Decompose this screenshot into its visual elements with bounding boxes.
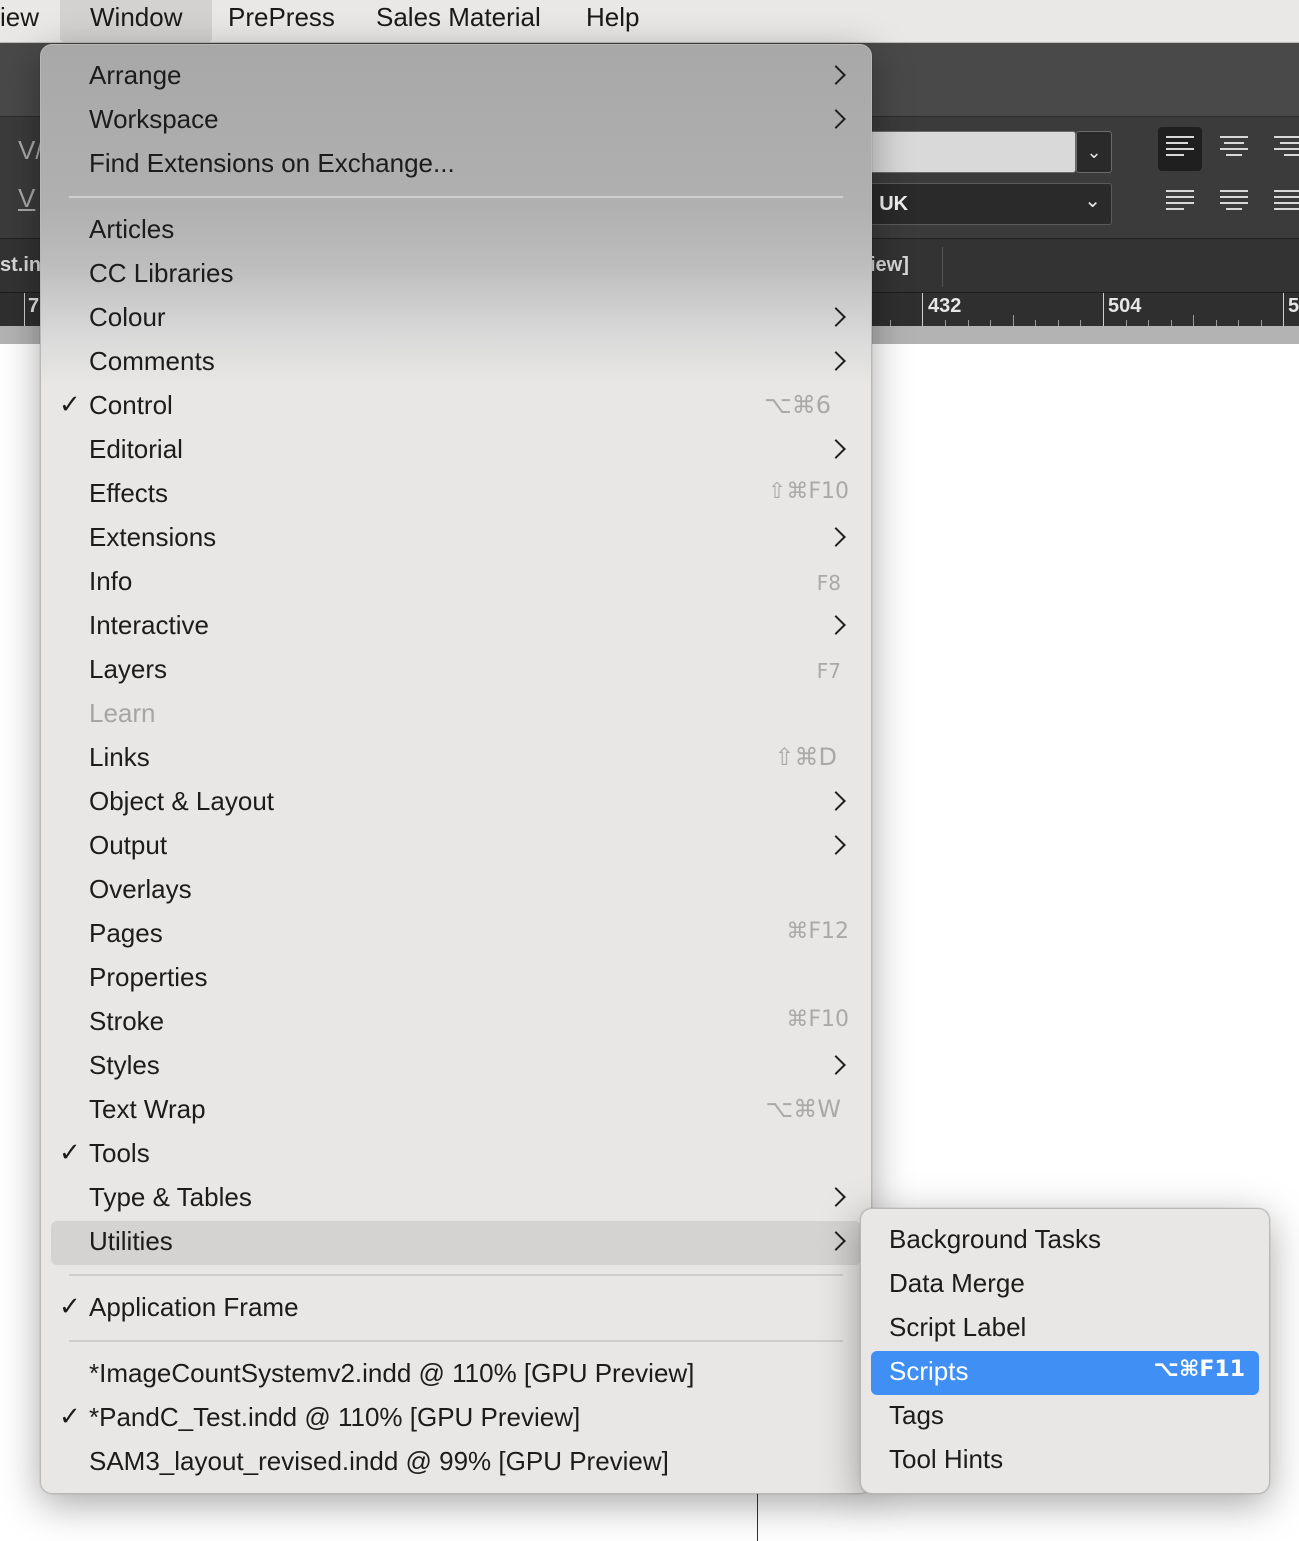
ruler-tick bbox=[1103, 293, 1104, 327]
chevron-right-icon bbox=[826, 1055, 846, 1075]
chevron-right-icon bbox=[826, 1187, 846, 1207]
menu-bar: iew Window PrePress Sales Material Help bbox=[0, 0, 1299, 43]
menu-item-object-layout[interactable]: Object & Layout bbox=[51, 781, 861, 825]
tab-divider bbox=[942, 247, 943, 287]
menu-item-document-pandc-test[interactable]: ✓ *PandC_Test.indd @ 110% [GPU Preview] bbox=[51, 1397, 861, 1441]
menu-item-workspace[interactable]: Workspace bbox=[51, 99, 861, 143]
ruler-tick bbox=[24, 293, 25, 327]
menu-item-application-frame[interactable]: ✓ Application Frame bbox=[51, 1287, 861, 1331]
menu-item-properties[interactable]: Properties bbox=[51, 957, 861, 1001]
shortcut-text: F7 bbox=[816, 659, 841, 683]
ruler-label: 432 bbox=[928, 295, 962, 317]
menu-item-pages[interactable]: Pages ⌘F12 bbox=[51, 913, 861, 957]
menubar-item-prepress[interactable]: PrePress bbox=[228, 0, 335, 42]
menubar-item-window[interactable]: Window bbox=[60, 0, 213, 42]
kerning-icon: V/ bbox=[18, 135, 43, 165]
shortcut-text: F8 bbox=[816, 571, 841, 595]
menu-item-info[interactable]: Info F8 bbox=[51, 561, 861, 605]
submenu-item-background-tasks[interactable]: Background Tasks bbox=[871, 1219, 1259, 1263]
menu-item-styles[interactable]: Styles bbox=[51, 1045, 861, 1089]
menu-item-tools[interactable]: ✓ Tools bbox=[51, 1133, 861, 1177]
align-left-button[interactable] bbox=[1158, 127, 1202, 171]
menu-item-type-tables[interactable]: Type & Tables bbox=[51, 1177, 861, 1221]
checkmark-icon: ✓ bbox=[59, 389, 81, 419]
menu-separator bbox=[69, 1274, 843, 1276]
menubar-item-view[interactable]: iew bbox=[0, 0, 39, 42]
chevron-right-icon bbox=[826, 439, 846, 459]
chevron-right-icon bbox=[826, 615, 846, 635]
menu-item-control[interactable]: ✓ Control ⌥⌘6 bbox=[51, 385, 861, 429]
language-dropdown[interactable]: : UK ⌄ bbox=[856, 183, 1112, 225]
chevron-right-icon bbox=[826, 835, 846, 855]
menu-item-document-imagecountsystem[interactable]: *ImageCountSystemv2.indd @ 110% [GPU Pre… bbox=[51, 1353, 861, 1397]
chevron-down-icon: ⌄ bbox=[1084, 190, 1101, 212]
utilities-submenu: Background Tasks Data Merge Script Label… bbox=[860, 1208, 1270, 1494]
ruler-tick bbox=[1283, 293, 1284, 327]
language-value: : UK bbox=[867, 193, 909, 215]
justify-all-button[interactable] bbox=[1266, 181, 1299, 225]
font-style-dropdown-icon[interactable]: ⌄ bbox=[1076, 131, 1112, 173]
menu-item-comments[interactable]: Comments bbox=[51, 341, 861, 385]
chevron-right-icon bbox=[826, 351, 846, 371]
menu-item-layers[interactable]: Layers F7 bbox=[51, 649, 861, 693]
shortcut-text: ⌘F12 bbox=[786, 919, 849, 944]
shortcut-text: ⇧⌘D bbox=[774, 743, 837, 771]
menu-item-effects[interactable]: Effects ⇧⌘F10 bbox=[51, 473, 861, 517]
chevron-right-icon bbox=[826, 65, 846, 85]
menu-item-links[interactable]: Links ⇧⌘D bbox=[51, 737, 861, 781]
checkmark-icon: ✓ bbox=[59, 1291, 81, 1321]
ruler-label: 5 bbox=[1288, 295, 1299, 317]
ruler-label: 504 bbox=[1108, 295, 1142, 317]
font-style-field[interactable] bbox=[866, 131, 1076, 173]
menu-item-text-wrap[interactable]: Text Wrap ⌥⌘W bbox=[51, 1089, 861, 1133]
page-guide-line bbox=[757, 1490, 758, 1541]
chevron-right-icon bbox=[826, 527, 846, 547]
shortcut-text: ⌘F10 bbox=[786, 1007, 849, 1032]
chevron-right-icon bbox=[826, 1231, 846, 1251]
menu-item-editorial[interactable]: Editorial bbox=[51, 429, 861, 473]
menu-item-arrange[interactable]: Arrange bbox=[51, 55, 861, 99]
document-tab-right[interactable]: iew] bbox=[870, 254, 909, 277]
checkmark-icon: ✓ bbox=[59, 1137, 81, 1167]
menubar-item-sales-material[interactable]: Sales Material bbox=[376, 0, 541, 42]
menu-item-overlays[interactable]: Overlays bbox=[51, 869, 861, 913]
submenu-item-scripts[interactable]: Scripts ⌥⌘F11 bbox=[871, 1351, 1259, 1395]
shortcut-text: ⌥⌘6 bbox=[764, 391, 831, 419]
chevron-right-icon bbox=[826, 791, 846, 811]
document-tab-left[interactable]: st.in bbox=[0, 254, 41, 277]
menu-item-interactive[interactable]: Interactive bbox=[51, 605, 861, 649]
menu-item-colour[interactable]: Colour bbox=[51, 297, 861, 341]
submenu-item-tags[interactable]: Tags bbox=[871, 1395, 1259, 1439]
menu-item-extensions[interactable]: Extensions bbox=[51, 517, 861, 561]
ruler-tick bbox=[922, 293, 923, 327]
window-menu: Arrange Workspace Find Extensions on Exc… bbox=[40, 44, 872, 1494]
ruler-label: 7 bbox=[28, 295, 40, 317]
menu-item-articles[interactable]: Articles bbox=[51, 209, 861, 253]
menu-separator bbox=[69, 1340, 843, 1342]
menubar-item-help[interactable]: Help bbox=[586, 0, 639, 42]
menu-item-learn: Learn bbox=[89, 698, 156, 728]
menu-item-utilities[interactable]: Utilities bbox=[51, 1221, 861, 1265]
justify-left-button[interactable] bbox=[1158, 181, 1202, 225]
menu-separator bbox=[69, 196, 843, 198]
checkmark-icon: ✓ bbox=[59, 1401, 81, 1431]
submenu-item-tool-hints[interactable]: Tool Hints bbox=[871, 1439, 1259, 1483]
shortcut-text: ⌥⌘W bbox=[765, 1095, 841, 1123]
chevron-right-icon bbox=[826, 307, 846, 327]
align-right-button[interactable] bbox=[1266, 127, 1299, 171]
shortcut-text: ⇧⌘F10 bbox=[767, 479, 849, 504]
menu-item-output[interactable]: Output bbox=[51, 825, 861, 869]
menu-item-document-sam3-layout[interactable]: SAM3_layout_revised.indd @ 99% [GPU Prev… bbox=[51, 1441, 861, 1485]
justify-center-button[interactable] bbox=[1212, 181, 1256, 225]
align-center-button[interactable] bbox=[1212, 127, 1256, 171]
menu-item-stroke[interactable]: Stroke ⌘F10 bbox=[51, 1001, 861, 1045]
shortcut-text: ⌥⌘F11 bbox=[1153, 1357, 1245, 1382]
chevron-right-icon bbox=[826, 109, 846, 129]
tracking-icon: V bbox=[18, 183, 36, 213]
menu-item-cc-libraries[interactable]: CC Libraries bbox=[51, 253, 861, 297]
submenu-item-data-merge[interactable]: Data Merge bbox=[871, 1263, 1259, 1307]
submenu-item-script-label[interactable]: Script Label bbox=[871, 1307, 1259, 1351]
menu-item-find-extensions[interactable]: Find Extensions on Exchange... bbox=[51, 143, 861, 187]
